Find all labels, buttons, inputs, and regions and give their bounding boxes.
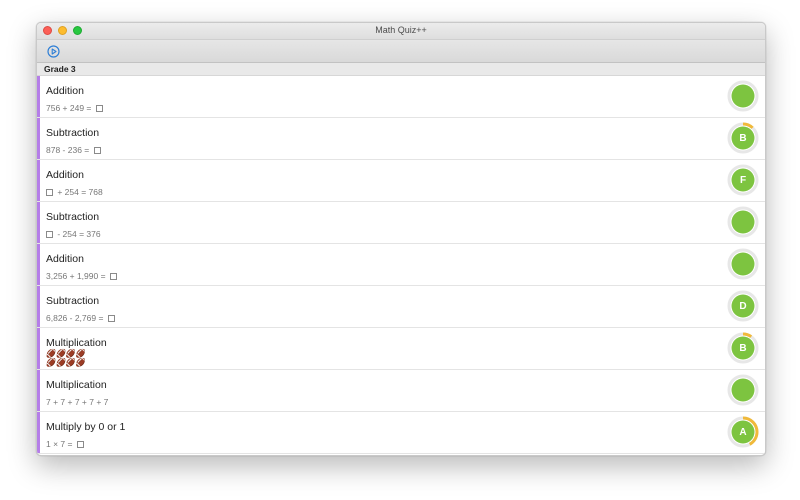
answer-box-icon bbox=[46, 230, 53, 238]
quiz-problem: 7 + 7 + 7 + 7 + 7 bbox=[46, 397, 108, 407]
grade-badge[interactable]: F bbox=[727, 164, 759, 196]
quiz-title: Multiply by 0 or 1 bbox=[46, 421, 126, 433]
grade-badge[interactable]: A bbox=[727, 416, 759, 448]
problem-text: + 254 = 768 bbox=[55, 187, 103, 197]
grade-letter: D bbox=[739, 300, 747, 312]
quiz-row[interactable]: Multiplication 7 + 7 + 7 + 7 + 7 bbox=[37, 370, 765, 412]
progress-ring-icon bbox=[727, 206, 759, 238]
play-button[interactable] bbox=[46, 44, 60, 58]
quiz-title: Subtraction bbox=[46, 295, 100, 307]
problem-text: - 254 = 376 bbox=[55, 229, 101, 239]
quiz-problem: 756 + 249 = bbox=[46, 103, 103, 113]
answer-box-icon bbox=[107, 314, 115, 322]
problem-text: 878 - 236 = bbox=[46, 145, 92, 155]
quiz-title: Addition bbox=[46, 169, 84, 181]
problem-text: 7 + 7 + 7 + 7 + 7 bbox=[46, 397, 109, 407]
problem-text: 756 + 249 = bbox=[46, 103, 94, 113]
grade-badge[interactable] bbox=[727, 374, 759, 406]
progress-ring-icon bbox=[727, 248, 759, 280]
section-header: Grade 3 bbox=[37, 63, 765, 76]
quiz-problem: + 254 = 768 bbox=[46, 187, 103, 197]
answer-box-icon bbox=[46, 188, 53, 196]
grade-badge[interactable]: B bbox=[727, 122, 759, 154]
title-bar: Math Quiz++ bbox=[37, 23, 765, 40]
grade-badge[interactable]: B bbox=[727, 332, 759, 364]
app-window: Math Quiz++ Grade 3 Addition 756 + 249 = … bbox=[36, 22, 766, 456]
problem-text: 3,256 + 1,990 = bbox=[46, 271, 108, 281]
badge-circle bbox=[731, 210, 755, 234]
grade-letter: F bbox=[739, 174, 747, 186]
answer-box-icon bbox=[93, 146, 101, 154]
progress-ring-icon bbox=[727, 80, 759, 112]
quiz-problem: 3,256 + 1,990 = bbox=[46, 271, 117, 281]
grade-letter: B bbox=[739, 342, 747, 354]
quiz-row[interactable]: Multiply by 0 or 1 1 × 7 = A bbox=[37, 412, 765, 454]
toolbar bbox=[37, 40, 765, 63]
problem-text: 1 × 7 = bbox=[46, 439, 75, 449]
grade-badge[interactable] bbox=[727, 206, 759, 238]
quiz-title: Subtraction bbox=[46, 127, 100, 139]
football-icon-row: 🏈🏈🏈🏈 bbox=[46, 358, 86, 367]
quiz-problem: 1 × 7 = bbox=[46, 439, 84, 449]
quiz-problem: - 254 = 376 bbox=[46, 229, 101, 239]
quiz-row[interactable]: Addition 3,256 + 1,990 = bbox=[37, 244, 765, 286]
quiz-title: Subtraction bbox=[46, 211, 100, 223]
problem-text: 6,826 - 2,769 = bbox=[46, 313, 106, 323]
quiz-title: Multiplication bbox=[46, 337, 107, 349]
grade-badge[interactable]: D bbox=[727, 290, 759, 322]
quiz-row[interactable]: Addition + 254 = 768 F bbox=[37, 160, 765, 202]
quiz-title: Addition bbox=[46, 253, 84, 265]
badge-circle bbox=[731, 378, 755, 402]
answer-box-icon bbox=[95, 104, 103, 112]
quiz-title: Addition bbox=[46, 85, 84, 97]
football-icon-row: 🏈🏈🏈🏈 bbox=[46, 349, 86, 358]
grade-letter: B bbox=[739, 132, 747, 144]
quiz-row[interactable]: Addition 756 + 249 = bbox=[37, 76, 765, 118]
badge-circle bbox=[731, 252, 755, 276]
grade-badge[interactable] bbox=[727, 80, 759, 112]
quiz-list: Addition 756 + 249 = Subtraction 878 - 236… bbox=[37, 76, 765, 454]
play-circle-icon bbox=[46, 44, 60, 58]
quiz-title: Multiplication bbox=[46, 379, 107, 391]
quiz-row[interactable]: Subtraction 878 - 236 = B bbox=[37, 118, 765, 160]
quiz-row[interactable]: Subtraction - 254 = 376 bbox=[37, 202, 765, 244]
quiz-problem: 6,826 - 2,769 = bbox=[46, 313, 115, 323]
window-title: Math Quiz++ bbox=[375, 25, 427, 35]
progress-ring-icon bbox=[727, 374, 759, 406]
answer-box-icon bbox=[109, 272, 117, 280]
answer-box-icon bbox=[76, 440, 84, 448]
quiz-problem: 878 - 236 = bbox=[46, 145, 101, 155]
football-group: 🏈🏈🏈🏈 🏈🏈🏈🏈 bbox=[46, 349, 86, 367]
grade-badge[interactable] bbox=[727, 248, 759, 280]
quiz-row[interactable]: Subtraction 6,826 - 2,769 = D bbox=[37, 286, 765, 328]
grade-letter: A bbox=[739, 426, 747, 438]
quiz-row[interactable]: Multiplication 🏈🏈🏈🏈 🏈🏈🏈🏈 B bbox=[37, 328, 765, 370]
badge-circle bbox=[731, 84, 755, 108]
